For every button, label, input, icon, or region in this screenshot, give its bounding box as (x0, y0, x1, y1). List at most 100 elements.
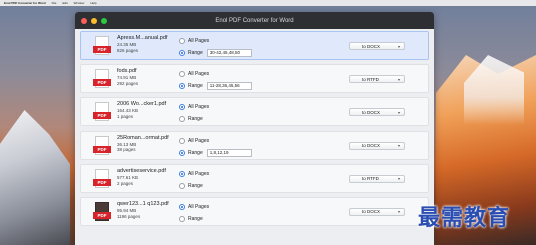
range-radio[interactable] (179, 215, 185, 222)
page-options: All Pages Range (179, 169, 209, 193)
pdf-tag: PDF (93, 211, 111, 219)
range-input[interactable]: 1,8,12,19 (206, 148, 252, 157)
file-name: 2006 Wo...cker1.pdf (117, 101, 167, 108)
file-pages: 1 pages (117, 114, 134, 120)
menu-window[interactable]: Window (74, 0, 85, 6)
chevron-down-icon: ▾ (397, 209, 400, 215)
chevron-down-icon: ▾ (397, 109, 400, 115)
all-pages-option[interactable]: All Pages (179, 102, 209, 112)
output-format-select[interactable]: to DOCX ▾ (349, 42, 405, 50)
pdf-tag: PDF (93, 145, 111, 153)
pdf-tag: PDF (93, 178, 111, 186)
pdf-file-icon: PDF (93, 69, 111, 90)
output-format-select[interactable]: to DOCX ▾ (349, 108, 405, 117)
all-pages-option[interactable]: All Pages (179, 36, 252, 46)
file-meta: 25Roman...ormat.pdf 36.13 MB 38 pages (117, 135, 177, 154)
range-option[interactable]: Range (179, 181, 209, 191)
file-list: PDF Apress.M...anual.pdf 24.35 MB 826 pa… (75, 29, 434, 226)
all-pages-radio[interactable] (179, 203, 185, 210)
all-pages-label: All Pages (188, 170, 210, 177)
all-pages-label: All Pages (188, 38, 210, 44)
desktop-wallpaper-left (0, 110, 70, 245)
all-pages-radio[interactable] (179, 104, 185, 111)
file-row[interactable]: PDF advertiseservice.pdf 577.61 KB 2 pag… (80, 163, 429, 193)
pdf-file-icon: PDF (93, 168, 111, 190)
range-radio[interactable] (179, 182, 185, 189)
pdf-file-icon: PDF (93, 102, 111, 123)
range-option[interactable]: Range 30-42,45,48,50 (179, 48, 252, 58)
file-row[interactable]: PDF 25Roman...ormat.pdf 36.13 MB 38 page… (80, 130, 429, 160)
all-pages-option[interactable]: All Pages (179, 202, 209, 212)
all-pages-label: All Pages (188, 71, 210, 78)
all-pages-radio[interactable] (179, 71, 185, 78)
output-format-select[interactable]: to DOCX ▾ (349, 207, 405, 216)
output-format-label: to RTFD (362, 76, 379, 82)
pdf-file-icon: PDF (93, 36, 111, 57)
file-name: fods.pdf (117, 68, 137, 75)
page-options: All Pages Range 30-42,45,48,50 (179, 36, 252, 60)
page-options: All Pages Range (179, 102, 209, 126)
file-meta: 2006 Wo...cker1.pdf 164.43 KB 1 pages (117, 101, 177, 120)
chevron-down-icon: ▾ (397, 76, 400, 82)
file-meta: Apress.M...anual.pdf 24.35 MB 826 pages (117, 35, 177, 54)
range-option[interactable]: Range (179, 214, 209, 224)
pdf-tag: PDF (93, 79, 111, 87)
chevron-down-icon: ▾ (397, 143, 400, 149)
file-name: Apress.M...anual.pdf (117, 35, 168, 41)
all-pages-radio[interactable] (179, 170, 185, 177)
output-format-select[interactable]: to RTFD ▾ (349, 174, 405, 183)
file-name: qwer123...1 q123.pdf (117, 200, 169, 207)
all-pages-radio[interactable] (179, 38, 185, 44)
file-row[interactable]: PDF fods.pdf 74.91 MB 292 pages All Page… (80, 64, 429, 94)
output-format-label: to DOCX (362, 109, 381, 115)
range-option[interactable]: Range 11-28,36,45,56 (179, 81, 252, 91)
range-label: Range (188, 182, 203, 189)
range-label: Range (188, 149, 203, 156)
all-pages-option[interactable]: All Pages (179, 69, 252, 79)
pdf-tag: PDF (93, 112, 111, 120)
menu-bar: Enol PDF Converter for Word File Edit Wi… (0, 0, 536, 6)
all-pages-radio[interactable] (179, 137, 185, 144)
range-input[interactable]: 30-42,45,48,50 (206, 49, 252, 57)
title-bar: Enol PDF Converter for Word (75, 12, 434, 29)
range-radio[interactable] (179, 116, 185, 123)
output-format-label: to RTFD (362, 176, 379, 182)
range-label: Range (188, 50, 203, 56)
page-options: All Pages Range 11-28,36,45,56 (179, 69, 252, 93)
file-name: advertiseservice.pdf (117, 167, 166, 174)
file-pages: 2 pages (117, 180, 134, 186)
file-row[interactable]: PDF qwer123...1 q123.pdf 95.94 MB 1196 p… (80, 196, 429, 226)
range-radio[interactable] (179, 149, 185, 156)
pdf-file-icon: PDF (93, 201, 111, 223)
menu-edit[interactable]: Edit (62, 0, 67, 6)
file-row[interactable]: PDF 2006 Wo...cker1.pdf 164.43 KB 1 page… (80, 97, 429, 127)
chevron-down-icon: ▾ (397, 43, 400, 49)
file-pages: 38 pages (117, 147, 136, 153)
watermark-text: 最需教育 (418, 206, 511, 231)
all-pages-option[interactable]: All Pages (179, 169, 209, 179)
range-option[interactable]: Range 1,8,12,19 (179, 148, 252, 158)
output-format-label: to DOCX (362, 43, 381, 49)
file-pages: 292 pages (117, 80, 139, 86)
file-pages: 1196 pages (117, 213, 141, 219)
range-option[interactable]: Range (179, 114, 209, 124)
page-options: All Pages Range 1,8,12,19 (179, 136, 252, 160)
all-pages-option[interactable]: All Pages (179, 136, 252, 146)
menu-file[interactable]: File (52, 0, 57, 6)
file-meta: qwer123...1 q123.pdf 95.94 MB 1196 pages (117, 201, 177, 220)
desktop-wallpaper-snow (464, 55, 524, 125)
all-pages-label: All Pages (188, 203, 210, 210)
app-window: Enol PDF Converter for Word PDF Apress.M… (75, 12, 434, 245)
output-format-select[interactable]: to DOCX ▾ (349, 141, 405, 150)
range-input[interactable]: 11-28,36,45,56 (206, 82, 252, 91)
menu-help[interactable]: Help (90, 0, 96, 6)
file-meta: fods.pdf 74.91 MB 292 pages (117, 68, 177, 87)
page-options: All Pages Range (179, 202, 209, 226)
pdf-file-icon: PDF (93, 135, 111, 157)
menu-app-name[interactable]: Enol PDF Converter for Word (4, 0, 46, 6)
range-radio[interactable] (179, 83, 185, 90)
file-row[interactable]: PDF Apress.M...anual.pdf 24.35 MB 826 pa… (80, 31, 429, 60)
range-radio[interactable] (179, 50, 185, 56)
output-format-select[interactable]: to RTFD ▾ (349, 75, 405, 84)
output-format-label: to DOCX (362, 143, 381, 149)
